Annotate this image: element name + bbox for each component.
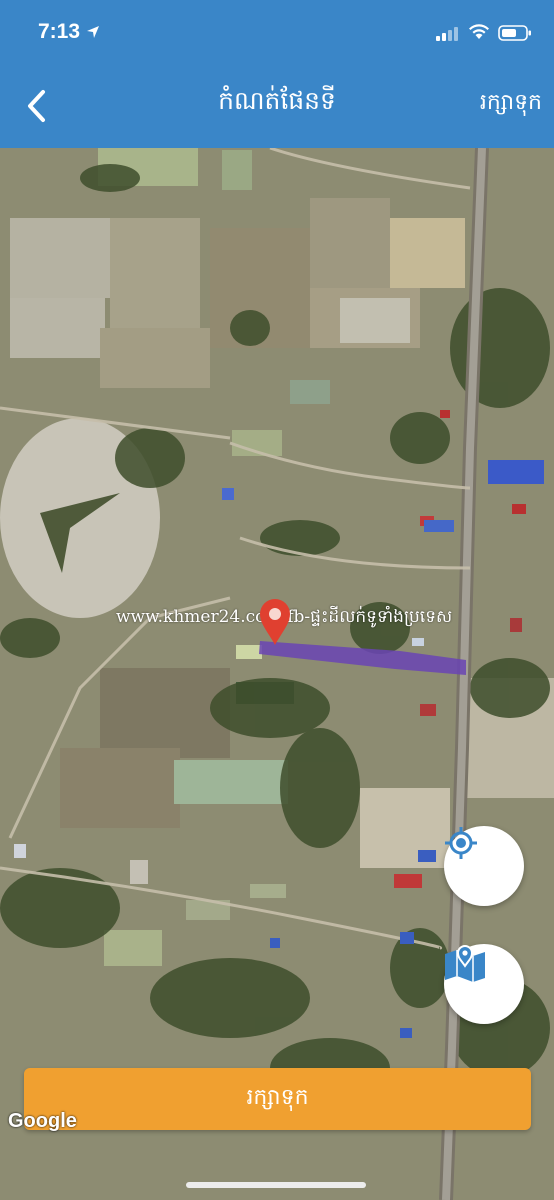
map-type-button[interactable] bbox=[444, 944, 524, 1024]
location-arrow-icon bbox=[86, 24, 100, 43]
wifi-icon bbox=[468, 24, 490, 44]
satellite-imagery bbox=[0, 148, 554, 1200]
nav-bar: កំណត់ផែនទី រក្សាទុក bbox=[0, 66, 554, 148]
status-bar: 7:13 bbox=[0, 0, 554, 66]
google-logo: Google bbox=[8, 1110, 77, 1132]
app-header: 7:13 កំណត់ផែនទី រក្សាទុក bbox=[0, 0, 554, 148]
map-pin-icon bbox=[445, 945, 485, 982]
status-time: 7:13 bbox=[38, 20, 81, 43]
save-button[interactable]: រក្សាទុក bbox=[24, 1068, 531, 1130]
cellular-signal-icon bbox=[436, 26, 460, 45]
satellite-map[interactable]: www.khmer24.com/fb-ផ្ទះដីលក់ទូទាំងប្រទេស… bbox=[0, 148, 554, 1200]
locate-me-button[interactable] bbox=[444, 826, 524, 906]
home-indicator bbox=[186, 1182, 366, 1188]
page-title: កំណត់ផែនទី bbox=[218, 86, 336, 115]
crosshair-icon bbox=[445, 827, 477, 859]
battery-icon bbox=[498, 25, 532, 45]
save-header-button[interactable]: រក្សាទុក bbox=[480, 88, 542, 120]
